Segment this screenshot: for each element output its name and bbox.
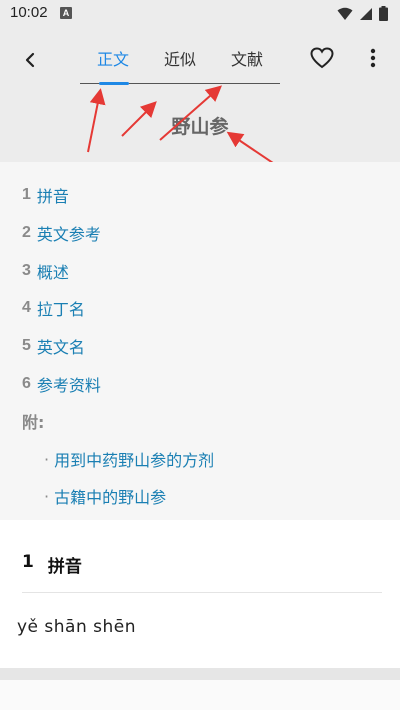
tab-similar[interactable]: 近似 [164, 46, 196, 70]
toc-item-references[interactable]: 6 参考资料 [22, 372, 101, 396]
next-section-area [0, 680, 400, 710]
toc-label: 拉丁名 [36, 300, 85, 319]
toc-item-latin-name[interactable]: 4 拉丁名 [22, 296, 85, 320]
status-time: 10:02 [10, 4, 48, 21]
status-bar: 10:02 A [0, 0, 400, 28]
status-icons [337, 6, 388, 21]
tab-label: 正文 [97, 50, 130, 69]
toc-number: 2 [22, 224, 31, 241]
table-of-contents: 1 拼音 2 英文参考 3 概述 4 拉丁名 5 英文名 6 参考资料 附: ·… [0, 162, 400, 520]
battery-icon [379, 6, 388, 21]
toc-number: 3 [22, 262, 31, 279]
section-number: 1 [22, 552, 34, 572]
favorite-button[interactable] [306, 42, 338, 74]
bullet-dot: · [44, 449, 50, 469]
more-vertical-icon [370, 48, 376, 68]
back-button[interactable] [14, 44, 46, 76]
tab-bar: 正文 近似 文献 [80, 40, 280, 85]
toc-sub-item-ancient-books[interactable]: · 古籍中的野山参 [44, 484, 166, 508]
tab-literature[interactable]: 文献 [231, 46, 263, 70]
section-heading: 1 拼音 [22, 552, 82, 577]
toc-item-english-reference[interactable]: 2 英文参考 [22, 221, 101, 245]
toc-item-english-name[interactable]: 5 英文名 [22, 334, 85, 358]
more-options-button[interactable] [358, 42, 388, 74]
tab-main-text[interactable]: 正文 [97, 46, 129, 70]
tab-label: 文献 [231, 50, 264, 69]
section-title: 拼音 [47, 557, 82, 577]
toc-number: 4 [22, 299, 31, 316]
app-header: 正文 近似 文献 野山参 [0, 28, 400, 162]
toc-label: 概述 [36, 263, 69, 282]
page-title: 野山参 [171, 116, 229, 138]
toc-sub-label: 古籍中的野山参 [54, 488, 167, 507]
toc-label: 英文名 [36, 338, 85, 357]
toc-label: 拼音 [36, 187, 69, 206]
pinyin-text: yě shān shēn [17, 617, 137, 637]
heart-outline-icon [310, 47, 334, 69]
toc-attachment-label: 附: [22, 413, 45, 432]
section-divider [22, 592, 382, 593]
toc-item-overview[interactable]: 3 概述 [22, 259, 69, 283]
toc-label: 参考资料 [36, 376, 101, 395]
toc-sub-item-prescriptions[interactable]: · 用到中药野山参的方剂 [44, 447, 214, 471]
back-arrow-icon [25, 52, 35, 68]
toc-label: 英文参考 [36, 225, 101, 244]
notification-icon: A [60, 7, 72, 19]
toc-sub-label: 用到中药野山参的方剂 [54, 451, 215, 470]
toc-number: 1 [22, 186, 31, 203]
tab-label: 近似 [164, 50, 197, 69]
bullet-dot: · [44, 486, 50, 506]
toc-number: 6 [22, 375, 31, 392]
signal-icon [360, 7, 372, 20]
toc-item-pinyin[interactable]: 1 拼音 [22, 183, 69, 207]
section-separator [0, 668, 400, 680]
tab-indicator [99, 82, 129, 85]
toc-number: 5 [22, 337, 31, 354]
wifi-icon [337, 7, 353, 20]
